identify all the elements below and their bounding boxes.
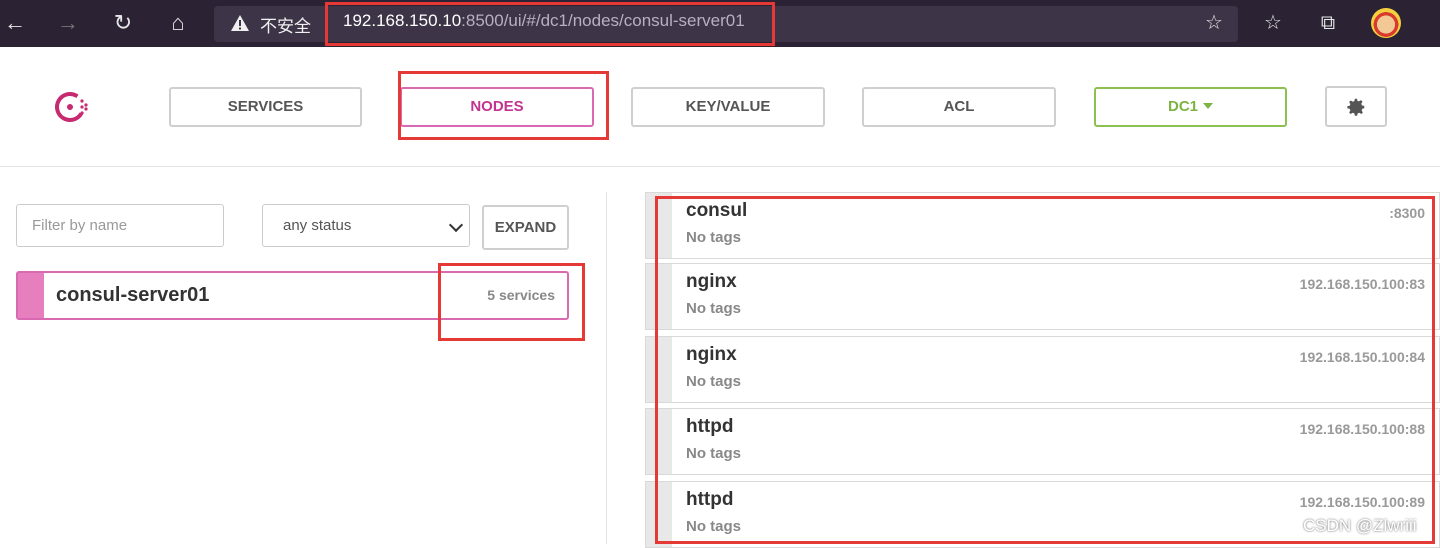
node-status-bar (18, 273, 44, 318)
settings-button[interactable] (1325, 86, 1387, 127)
collections-icon[interactable]: ⧉ (1314, 9, 1342, 37)
node-name: consul-server01 (56, 284, 210, 306)
datacenter-label: DC1 (1167, 98, 1198, 115)
status-select[interactable]: any status (262, 204, 470, 247)
warning-icon (231, 15, 249, 31)
expand-button[interactable]: EXPAND (482, 205, 569, 250)
nav-services-button[interactable]: SERVICES (169, 87, 362, 127)
back-icon[interactable]: ← (0, 8, 30, 38)
avatar[interactable] (1371, 8, 1401, 38)
consul-logo-icon[interactable] (52, 87, 92, 127)
services-highlight-box (655, 196, 1435, 544)
add-favorite-icon[interactable]: ☆ (1200, 9, 1228, 37)
insecure-label: 不安全 (260, 17, 311, 36)
reload-icon[interactable]: ↻ (108, 8, 138, 38)
nodes-highlight-box (398, 71, 609, 140)
forward-icon[interactable]: → (53, 8, 83, 38)
services-count-highlight-box (438, 263, 585, 341)
url-highlight-box (325, 2, 775, 46)
nav-keyvalue-button[interactable]: KEY/VALUE (631, 87, 825, 127)
nav-acl-button[interactable]: ACL (862, 87, 1056, 127)
consul-header: SERVICES NODES KEY/VALUE ACL DC1 (0, 47, 1440, 167)
status-select-value: any status (283, 217, 352, 234)
home-icon[interactable]: ⌂ (163, 8, 193, 38)
filter-by-name-input[interactable]: Filter by name (16, 204, 224, 247)
gear-icon (1347, 98, 1365, 116)
watermark: CSDN @Zlwriii (1303, 516, 1417, 535)
pane-divider (606, 192, 607, 544)
chevron-down-icon (448, 217, 464, 233)
datacenter-dropdown[interactable]: DC1 (1094, 87, 1287, 127)
favorites-icon[interactable]: ☆ (1259, 9, 1287, 37)
browser-toolbar: ← → ↻ ⌂ 不安全 192.168.150.10:8500/ui/#/dc1… (0, 0, 1440, 47)
caret-down-icon (1203, 103, 1213, 109)
